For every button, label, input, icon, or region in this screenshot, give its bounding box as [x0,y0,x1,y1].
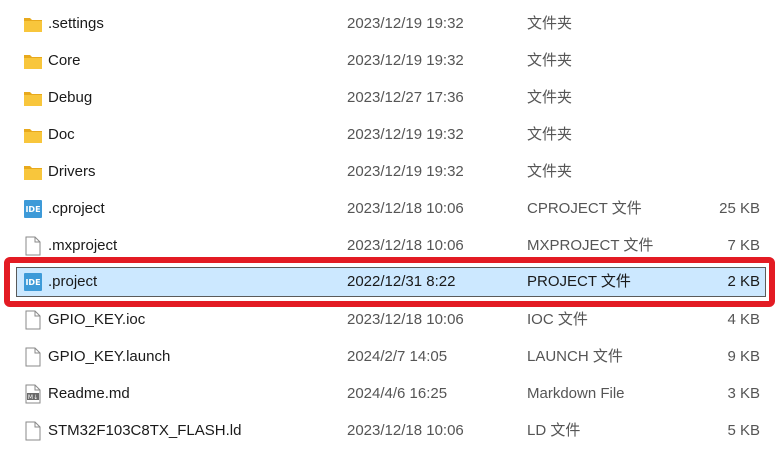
ide-icon: IDE [22,198,44,220]
file-name: GPIO_KEY.ioc [48,311,146,328]
file-date: 2024/2/7 14:05 [347,348,448,365]
file-type: Markdown File [527,385,625,402]
file-date: 2023/12/18 10:06 [347,422,464,439]
file-name: GPIO_KEY.launch [48,348,171,365]
file-row-gpio-key-ioc[interactable]: GPIO_KEY.ioc 2023/12/18 10:06 IOC 文件 4 K… [16,305,766,335]
file-row-debug[interactable]: Debug 2023/12/27 17:36 文件夹 [16,83,766,113]
file-type: 文件夹 [527,163,573,180]
folder-icon [22,87,44,109]
file-date: 2023/12/18 10:06 [347,237,464,254]
file-size: 25 KB [719,200,760,217]
file-row-project[interactable]: IDE .project 2022/12/31 8:22 PROJECT 文件 … [16,267,766,297]
ide-icon: IDE [22,271,44,293]
file-row-doc[interactable]: Doc 2023/12/19 19:32 文件夹 [16,120,766,150]
file-type: MXPROJECT 文件 [527,237,654,254]
markdown-icon: M↓ [22,383,44,405]
folder-icon [22,124,44,146]
document-icon [22,309,44,331]
markdown-badge: M↓ [28,394,38,401]
file-date: 2023/12/18 10:06 [347,311,464,328]
file-row-core[interactable]: Core 2023/12/19 19:32 文件夹 [16,46,766,76]
file-row-cproject[interactable]: IDE .cproject 2023/12/18 10:06 CPROJECT … [16,194,766,224]
file-name: .project [48,273,98,290]
file-name: STM32F103C8TX_FLASH.ld [48,422,242,439]
file-type: CPROJECT 文件 [527,200,642,217]
file-type: 文件夹 [527,52,573,69]
file-name: Drivers [48,163,96,180]
file-size: 5 KB [727,422,760,439]
document-icon [22,420,44,442]
file-name: .settings [48,15,104,32]
file-date: 2023/12/18 10:06 [347,200,464,217]
file-name: Readme.md [48,385,130,402]
file-size: 7 KB [727,237,760,254]
file-date: 2022/12/31 8:22 [347,273,456,290]
file-name: .cproject [48,200,105,217]
file-row-flash-ld[interactable]: STM32F103C8TX_FLASH.ld 2023/12/18 10:06 … [16,416,766,446]
file-type: PROJECT 文件 [527,273,631,290]
folder-icon [22,50,44,72]
file-type: LD 文件 [527,422,581,439]
file-type: 文件夹 [527,15,573,32]
file-row-drivers[interactable]: Drivers 2023/12/19 19:32 文件夹 [16,157,766,187]
document-icon [22,235,44,257]
file-type: IOC 文件 [527,311,588,328]
file-type: 文件夹 [527,89,573,106]
file-row-readme[interactable]: M↓ Readme.md 2024/4/6 16:25 Markdown Fil… [16,379,766,409]
file-type: 文件夹 [527,126,573,143]
file-name: .mxproject [48,237,118,254]
folder-icon [22,13,44,35]
ide-badge: IDE [24,200,42,218]
file-list: .settings 2023/12/19 19:32 文件夹 Core 2023… [0,0,779,454]
file-row-gpio-key-launch[interactable]: GPIO_KEY.launch 2024/2/7 14:05 LAUNCH 文件… [16,342,766,372]
file-date: 2023/12/19 19:32 [347,52,464,69]
file-size: 9 KB [727,348,760,365]
file-size: 3 KB [727,385,760,402]
ide-badge: IDE [24,273,42,291]
file-row-settings[interactable]: .settings 2023/12/19 19:32 文件夹 [16,9,766,39]
file-name: Core [48,52,81,69]
file-name: Doc [48,126,75,143]
file-date: 2024/4/6 16:25 [347,385,448,402]
file-date: 2023/12/19 19:32 [347,126,464,143]
document-icon [22,346,44,368]
file-date: 2023/12/19 19:32 [347,15,464,32]
file-size: 4 KB [727,311,760,328]
file-date: 2023/12/27 17:36 [347,89,464,106]
file-date: 2023/12/19 19:32 [347,163,464,180]
file-type: LAUNCH 文件 [527,348,623,365]
file-row-mxproject[interactable]: .mxproject 2023/12/18 10:06 MXPROJECT 文件… [16,231,766,261]
file-size: 2 KB [727,273,760,290]
folder-icon [22,161,44,183]
file-name: Debug [48,89,93,106]
